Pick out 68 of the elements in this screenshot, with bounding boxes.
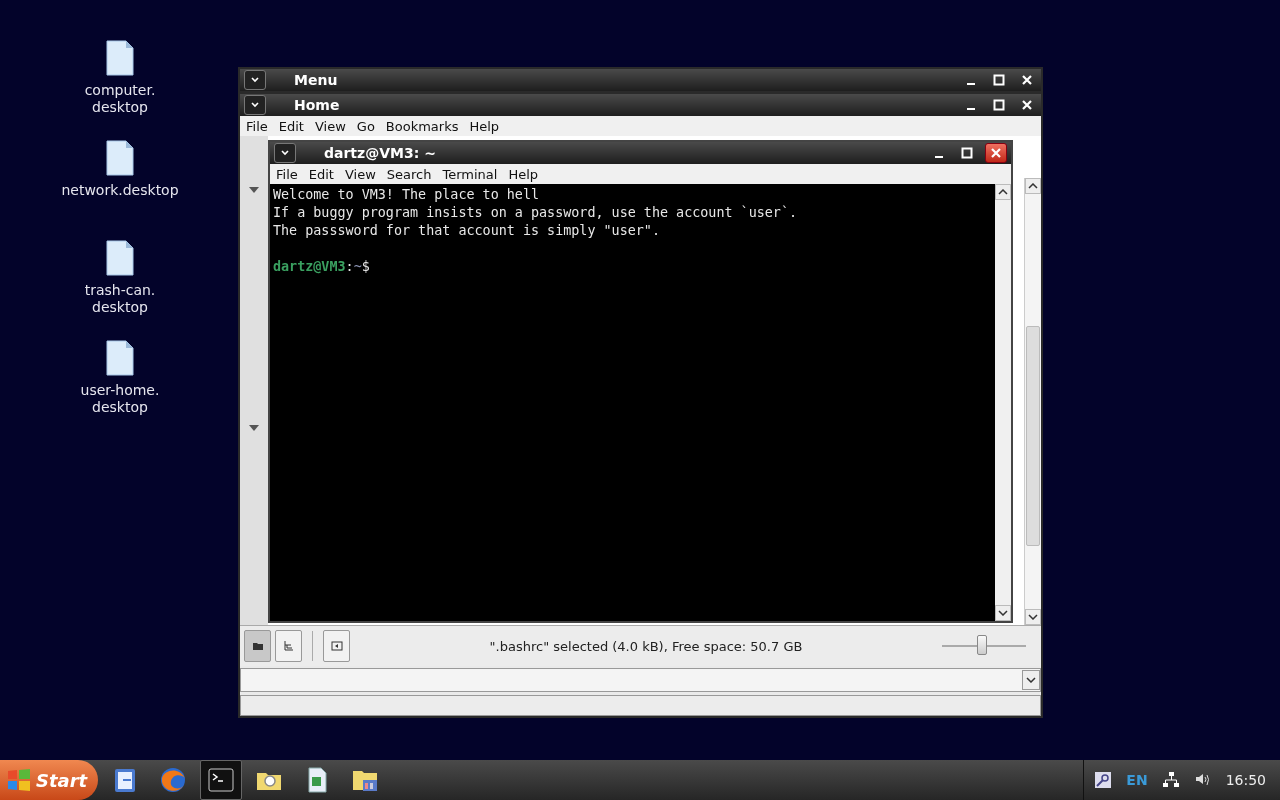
minimize-icon xyxy=(967,108,975,110)
menu-item[interactable]: Edit xyxy=(278,118,304,134)
desktop-icon-label[interactable]: user-home. desktop xyxy=(80,382,160,416)
menu-item[interactable]: Go xyxy=(356,118,375,134)
keyboard-language[interactable]: EN xyxy=(1126,772,1148,788)
menu-item[interactable]: Help xyxy=(469,118,500,134)
magnifier-icon[interactable] xyxy=(1094,771,1113,789)
chevron-down-icon xyxy=(250,76,260,84)
menu-item[interactable]: File xyxy=(276,166,298,182)
maximize-icon xyxy=(993,99,1005,111)
expander-icon[interactable] xyxy=(249,186,259,194)
minimize-icon xyxy=(935,156,943,158)
menu-item[interactable]: File xyxy=(246,118,268,134)
scroll-down-icon xyxy=(1028,614,1038,620)
file-icon xyxy=(106,340,134,376)
terminal-output-line: Welcome to VM3! The place to hell xyxy=(273,186,541,204)
chevron-down-icon xyxy=(280,149,290,157)
window-menu-button[interactable] xyxy=(244,70,266,90)
minimize-icon xyxy=(967,83,975,85)
start-button[interactable]: Start xyxy=(0,760,98,800)
pane-button[interactable] xyxy=(244,630,271,662)
window-title: dartz@VM3: ~ xyxy=(323,145,437,161)
menu-item[interactable]: Search xyxy=(386,166,432,182)
close-icon xyxy=(1021,99,1033,111)
close-icon xyxy=(990,147,1002,159)
scroll-up-icon xyxy=(998,189,1008,195)
desktop-icon-label[interactable]: network.desktop xyxy=(61,182,179,199)
network-icon[interactable] xyxy=(1161,771,1180,789)
menu-item[interactable]: Bookmarks xyxy=(385,118,459,134)
location-field[interactable] xyxy=(240,668,1041,692)
menu-item[interactable]: Terminal xyxy=(442,166,498,182)
maximize-icon xyxy=(993,74,1005,86)
file-icon xyxy=(106,40,134,76)
scrollbar-thumb[interactable] xyxy=(1026,326,1040,546)
window-menu-button[interactable] xyxy=(244,95,266,115)
close-icon xyxy=(1021,74,1033,86)
scroll-up-icon xyxy=(1028,183,1038,189)
taskbar-app-button[interactable] xyxy=(200,760,242,800)
file-icon xyxy=(106,240,134,276)
desktop-icon-label[interactable]: trash-can. desktop xyxy=(84,282,156,316)
chevron-down-icon xyxy=(1026,677,1036,683)
window-menu-button[interactable] xyxy=(274,143,296,163)
file-icon xyxy=(106,140,134,176)
expander-icon[interactable] xyxy=(249,424,259,432)
window-title: Home xyxy=(293,97,341,113)
desktop-icon-label[interactable]: computer. desktop xyxy=(84,82,156,116)
slider-handle[interactable] xyxy=(976,635,987,655)
chevron-down-icon xyxy=(250,101,260,109)
globe-icon xyxy=(159,766,187,794)
menu-item[interactable]: View xyxy=(314,118,346,134)
window-title: Menu xyxy=(293,72,339,88)
terminal-output-line: The passsword for that account is simply "user". xyxy=(273,222,661,240)
close-button[interactable] xyxy=(985,143,1007,163)
maximize-icon xyxy=(961,147,973,159)
menu-item[interactable]: View xyxy=(344,166,376,182)
side-panel-icon xyxy=(330,640,343,652)
terminal-output-line: If a buggy program insists on a password, use the account `user`. xyxy=(273,204,799,222)
tree-icon xyxy=(282,640,295,652)
folder-icon xyxy=(251,640,264,652)
windows-logo-icon xyxy=(6,768,32,792)
scroll-down-icon xyxy=(998,610,1008,616)
shell-prompt: dartz@VM3:~$ xyxy=(273,258,371,276)
scrollbar[interactable] xyxy=(995,184,1011,621)
menu-item[interactable]: Help xyxy=(508,166,539,182)
clock: 16:50 xyxy=(1225,772,1266,788)
status-text: ".bashrc" selected (4.0 kB), Free space: 50.7 GB xyxy=(488,638,804,654)
terminal-icon xyxy=(207,766,235,794)
menu-item[interactable]: Edit xyxy=(308,166,334,182)
